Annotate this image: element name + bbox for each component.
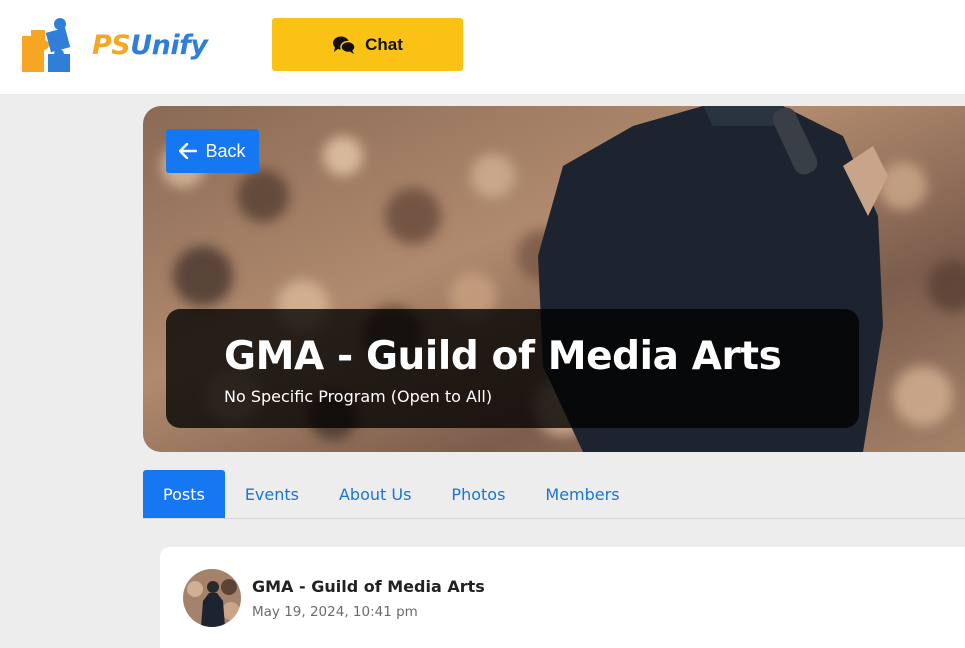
group-title-box: GMA - Guild of Media Arts No Specific Pr… bbox=[166, 309, 859, 428]
puzzle-icon bbox=[22, 18, 71, 72]
post-author[interactable]: GMA - Guild of Media Arts bbox=[252, 577, 485, 596]
tab-events[interactable]: Events bbox=[225, 470, 319, 518]
avatar[interactable] bbox=[183, 569, 241, 627]
group-subtitle: No Specific Program (Open to All) bbox=[224, 387, 493, 406]
post-card: GMA - Guild of Media Arts May 19, 2024, … bbox=[160, 547, 965, 648]
app-logo[interactable]: PSUnify bbox=[18, 14, 233, 76]
chat-bubbles-icon bbox=[333, 36, 356, 54]
post-timestamp: May 19, 2024, 10:41 pm bbox=[252, 604, 418, 620]
tab-members[interactable]: Members bbox=[525, 470, 639, 518]
top-bar: PSUnify Chat bbox=[0, 0, 965, 94]
tab-photos[interactable]: Photos bbox=[431, 470, 525, 518]
group-tabs: Posts Events About Us Photos Members bbox=[143, 470, 965, 519]
back-button-label: Back bbox=[205, 140, 246, 161]
avatar-image bbox=[183, 569, 241, 627]
chat-button[interactable]: Chat bbox=[272, 18, 463, 71]
back-button[interactable]: Back bbox=[166, 129, 259, 173]
arrow-left-icon bbox=[179, 143, 198, 159]
tab-about-us[interactable]: About Us bbox=[319, 470, 431, 518]
group-hero-banner: Back GMA - Guild of Media Arts No Specif… bbox=[143, 106, 965, 452]
group-title: GMA - Guild of Media Arts bbox=[224, 334, 782, 379]
app-logo-text: PSUnify bbox=[92, 29, 208, 61]
tab-posts[interactable]: Posts bbox=[143, 470, 225, 518]
chat-button-label: Chat bbox=[365, 34, 403, 54]
